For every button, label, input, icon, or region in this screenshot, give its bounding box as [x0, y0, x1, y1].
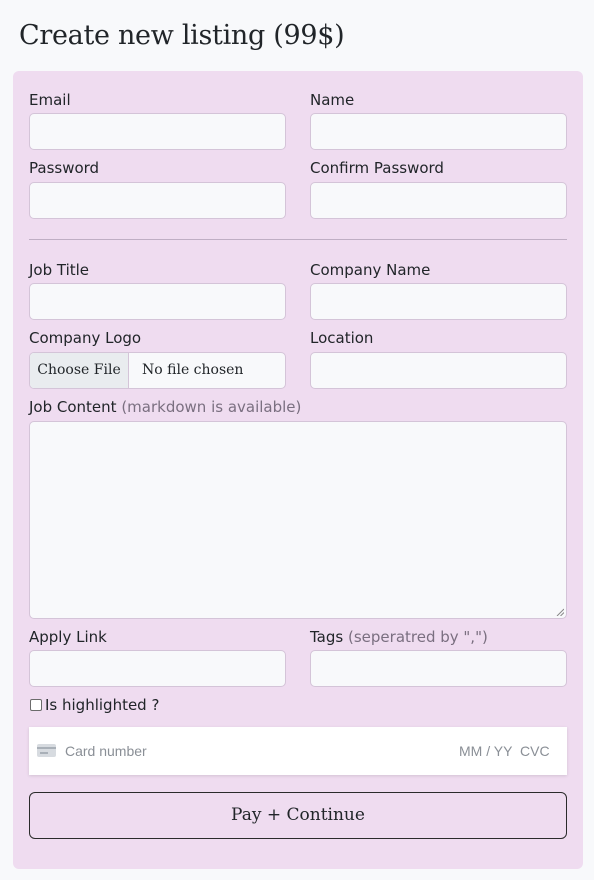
company-logo-file-input[interactable]: Choose File No file chosen [29, 352, 286, 389]
card-cvc-input[interactable]: CVC [520, 727, 550, 775]
password-label: Password [29, 159, 100, 177]
job-title-field[interactable] [29, 283, 286, 320]
apply-link-label: Apply Link [29, 628, 107, 646]
job-content-hint: (markdown is available) [121, 398, 302, 416]
name-label: Name [310, 91, 355, 109]
location-label: Location [310, 329, 374, 347]
confirm-password-label: Confirm Password [310, 159, 444, 177]
company-logo-label: Company Logo [29, 329, 142, 347]
company-name-field[interactable] [310, 283, 567, 320]
page-title: Create new listing (99$) [19, 20, 345, 51]
location-field[interactable] [310, 352, 567, 389]
confirm-password-field[interactable] [310, 182, 567, 219]
pay-continue-button[interactable]: Pay + Continue [29, 792, 567, 839]
choose-file-button[interactable]: Choose File [30, 353, 129, 388]
section-divider [29, 239, 567, 240]
card-expiry-input[interactable]: MM / YY [459, 727, 512, 775]
credit-card-icon [37, 744, 56, 757]
apply-link-field[interactable] [29, 650, 286, 687]
job-content-label: Job Content (markdown is available) [29, 398, 301, 416]
job-content-textarea[interactable] [29, 421, 567, 619]
password-field[interactable] [29, 182, 286, 219]
tags-label-text: Tags [310, 628, 344, 646]
tags-field[interactable] [310, 650, 567, 687]
job-content-label-text: Job Content [29, 398, 117, 416]
email-label: Email [29, 91, 71, 109]
tags-hint: (seperatred by ",") [348, 628, 488, 646]
card-input[interactable]: Card number MM / YY CVC [29, 727, 567, 775]
listing-form: Email Name Password Confirm Password Job… [13, 71, 583, 869]
card-number-input[interactable]: Card number [65, 727, 147, 775]
highlighted-label: Is highlighted ? [45, 696, 160, 714]
tags-label: Tags (seperatred by ",") [310, 628, 488, 646]
company-name-label: Company Name [310, 261, 431, 279]
job-title-label: Job Title [29, 261, 90, 279]
highlighted-checkbox[interactable] [30, 699, 42, 711]
email-field[interactable] [29, 113, 286, 150]
name-field[interactable] [310, 113, 567, 150]
resize-handle-icon[interactable] [556, 608, 564, 616]
file-status-text: No file chosen [142, 362, 244, 378]
